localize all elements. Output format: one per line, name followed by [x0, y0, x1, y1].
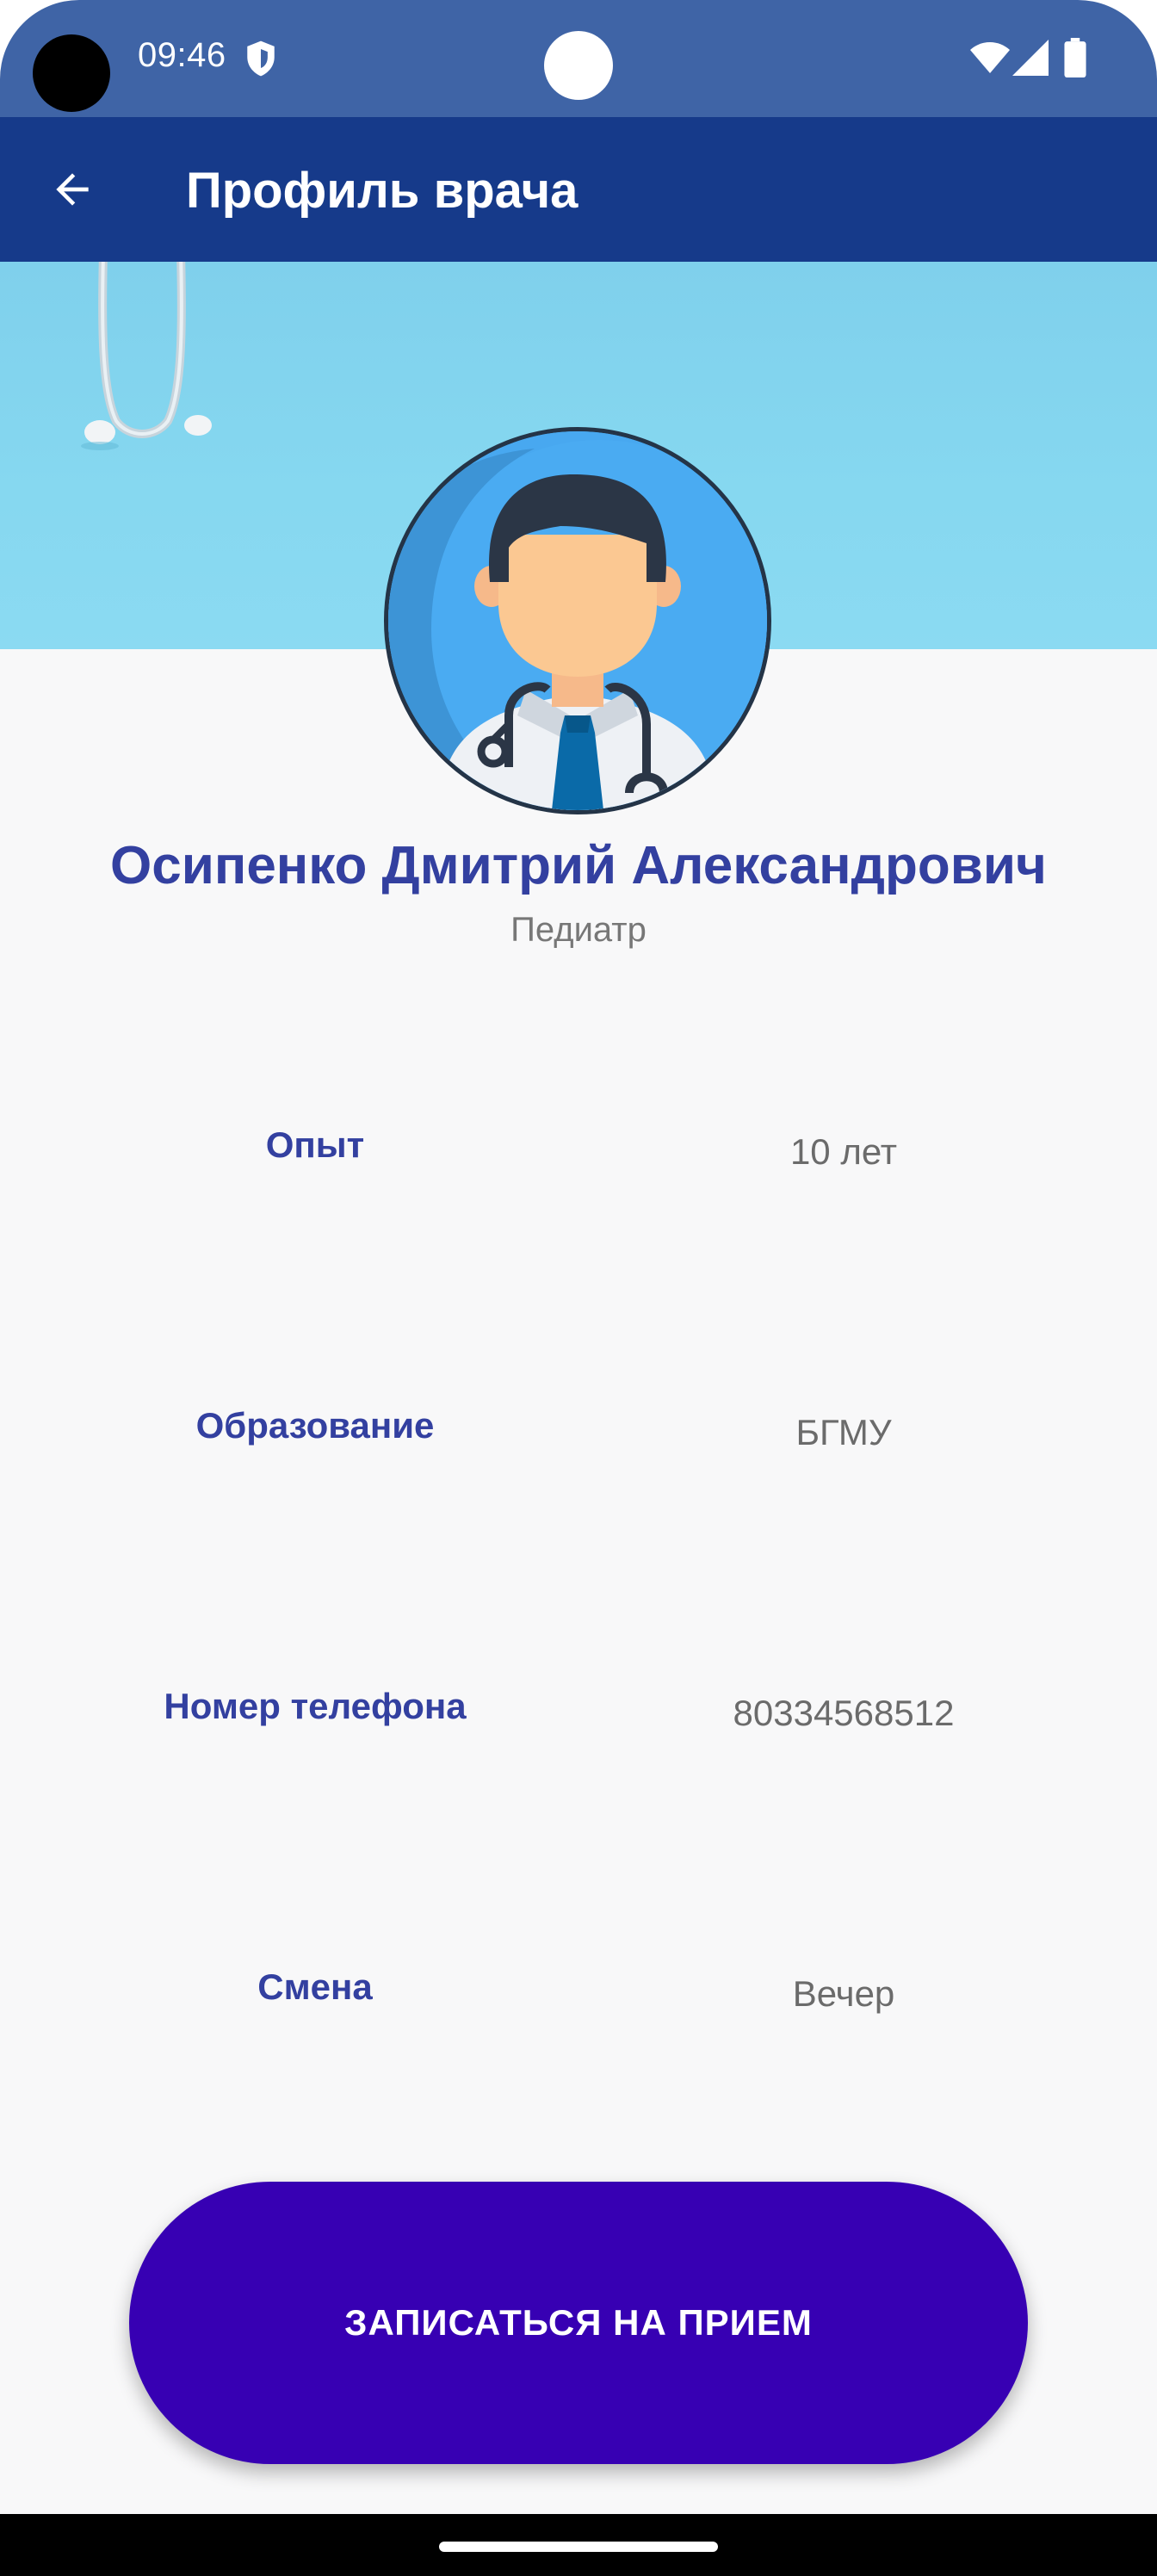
info-label: Номер телефона	[164, 1686, 467, 1726]
home-indicator[interactable]	[439, 2542, 718, 2552]
status-time: 09:46	[138, 36, 226, 74]
stethoscope-image	[81, 262, 212, 450]
battery-icon	[1064, 38, 1086, 77]
info-row-experience: Опыт 10 лет	[0, 1124, 1157, 1202]
info-label: Смена	[257, 1966, 373, 2007]
info-value: 80334568512	[733, 1693, 955, 1733]
signal-icon	[1012, 40, 1049, 76]
doctor-avatar	[384, 427, 771, 814]
info-value: Вечер	[792, 1973, 895, 2014]
info-value: БГМУ	[795, 1412, 892, 1452]
doctor-specialty: Педиатр	[510, 911, 647, 949]
book-appointment-button[interactable]: ЗАПИСАТЬСЯ НА ПРИЕМ	[129, 2182, 1028, 2464]
info-row-shift: Смена Вечер	[0, 1966, 1157, 2044]
info-value: 10 лет	[789, 1131, 898, 1172]
info-row-phone: Номер телефона 80334568512	[0, 1686, 1157, 1763]
wifi-icon	[970, 42, 1010, 73]
page-title: Профиль врача	[186, 163, 578, 219]
info-label: Опыт	[265, 1124, 365, 1165]
shield-icon	[247, 40, 275, 77]
status-bar: 09:46	[0, 0, 1157, 117]
doctor-illustration	[388, 431, 767, 810]
screen: 09:46 Профиль врача Осипенко Дмитрий Але…	[0, 0, 1157, 2576]
camera-cutout	[33, 34, 110, 112]
app-bar: Профиль врача	[0, 117, 1157, 262]
info-row-education: Образование БГМУ	[0, 1405, 1157, 1483]
arrow-left-icon	[56, 173, 89, 206]
back-button[interactable]	[34, 152, 110, 227]
doctor-name: Осипенко Дмитрий Александрович	[110, 836, 1047, 895]
front-camera	[544, 31, 613, 100]
info-label: Образование	[195, 1405, 435, 1446]
